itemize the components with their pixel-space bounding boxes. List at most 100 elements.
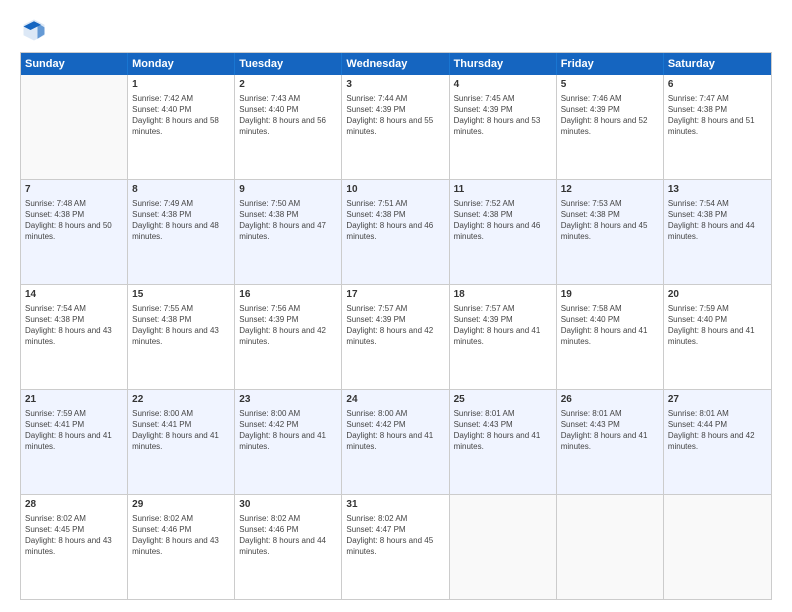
cell-info: Sunrise: 7:59 AMSunset: 4:40 PMDaylight:… bbox=[668, 303, 767, 348]
cell-info: Sunrise: 7:49 AMSunset: 4:38 PMDaylight:… bbox=[132, 198, 230, 243]
calendar-cell: 5Sunrise: 7:46 AMSunset: 4:39 PMDaylight… bbox=[557, 75, 664, 179]
calendar-cell: 28Sunrise: 8:02 AMSunset: 4:45 PMDayligh… bbox=[21, 495, 128, 599]
calendar-cell: 20Sunrise: 7:59 AMSunset: 4:40 PMDayligh… bbox=[664, 285, 771, 389]
day-number: 13 bbox=[668, 183, 767, 197]
calendar-body: 1Sunrise: 7:42 AMSunset: 4:40 PMDaylight… bbox=[21, 75, 771, 599]
calendar-cell bbox=[664, 495, 771, 599]
cell-info: Sunrise: 7:47 AMSunset: 4:38 PMDaylight:… bbox=[668, 93, 767, 138]
header-day-sunday: Sunday bbox=[21, 53, 128, 75]
day-number: 11 bbox=[454, 183, 552, 197]
cell-info: Sunrise: 8:01 AMSunset: 4:43 PMDaylight:… bbox=[561, 408, 659, 453]
cell-info: Sunrise: 8:02 AMSunset: 4:46 PMDaylight:… bbox=[132, 513, 230, 558]
calendar-cell: 7Sunrise: 7:48 AMSunset: 4:38 PMDaylight… bbox=[21, 180, 128, 284]
calendar-cell: 3Sunrise: 7:44 AMSunset: 4:39 PMDaylight… bbox=[342, 75, 449, 179]
calendar-cell: 30Sunrise: 8:02 AMSunset: 4:46 PMDayligh… bbox=[235, 495, 342, 599]
calendar-cell bbox=[21, 75, 128, 179]
calendar-cell: 29Sunrise: 8:02 AMSunset: 4:46 PMDayligh… bbox=[128, 495, 235, 599]
header-day-thursday: Thursday bbox=[450, 53, 557, 75]
day-number: 2 bbox=[239, 78, 337, 92]
logo bbox=[20, 16, 52, 44]
calendar-cell bbox=[557, 495, 664, 599]
calendar-cell: 14Sunrise: 7:54 AMSunset: 4:38 PMDayligh… bbox=[21, 285, 128, 389]
header-day-monday: Monday bbox=[128, 53, 235, 75]
cell-info: Sunrise: 7:59 AMSunset: 4:41 PMDaylight:… bbox=[25, 408, 123, 453]
cell-info: Sunrise: 7:44 AMSunset: 4:39 PMDaylight:… bbox=[346, 93, 444, 138]
day-number: 27 bbox=[668, 393, 767, 407]
day-number: 8 bbox=[132, 183, 230, 197]
calendar-cell: 8Sunrise: 7:49 AMSunset: 4:38 PMDaylight… bbox=[128, 180, 235, 284]
header-day-friday: Friday bbox=[557, 53, 664, 75]
day-number: 14 bbox=[25, 288, 123, 302]
day-number: 9 bbox=[239, 183, 337, 197]
day-number: 15 bbox=[132, 288, 230, 302]
cell-info: Sunrise: 7:48 AMSunset: 4:38 PMDaylight:… bbox=[25, 198, 123, 243]
cell-info: Sunrise: 7:46 AMSunset: 4:39 PMDaylight:… bbox=[561, 93, 659, 138]
day-number: 4 bbox=[454, 78, 552, 92]
calendar-cell: 31Sunrise: 8:02 AMSunset: 4:47 PMDayligh… bbox=[342, 495, 449, 599]
cell-info: Sunrise: 7:53 AMSunset: 4:38 PMDaylight:… bbox=[561, 198, 659, 243]
day-number: 25 bbox=[454, 393, 552, 407]
cell-info: Sunrise: 7:54 AMSunset: 4:38 PMDaylight:… bbox=[668, 198, 767, 243]
calendar-header: SundayMondayTuesdayWednesdayThursdayFrid… bbox=[21, 53, 771, 75]
day-number: 31 bbox=[346, 498, 444, 512]
cell-info: Sunrise: 7:51 AMSunset: 4:38 PMDaylight:… bbox=[346, 198, 444, 243]
cell-info: Sunrise: 7:58 AMSunset: 4:40 PMDaylight:… bbox=[561, 303, 659, 348]
calendar-cell: 17Sunrise: 7:57 AMSunset: 4:39 PMDayligh… bbox=[342, 285, 449, 389]
day-number: 10 bbox=[346, 183, 444, 197]
calendar-cell: 23Sunrise: 8:00 AMSunset: 4:42 PMDayligh… bbox=[235, 390, 342, 494]
header-day-wednesday: Wednesday bbox=[342, 53, 449, 75]
cell-info: Sunrise: 8:02 AMSunset: 4:47 PMDaylight:… bbox=[346, 513, 444, 558]
day-number: 1 bbox=[132, 78, 230, 92]
calendar-row-3: 21Sunrise: 7:59 AMSunset: 4:41 PMDayligh… bbox=[21, 389, 771, 494]
calendar-cell: 2Sunrise: 7:43 AMSunset: 4:40 PMDaylight… bbox=[235, 75, 342, 179]
day-number: 5 bbox=[561, 78, 659, 92]
cell-info: Sunrise: 7:57 AMSunset: 4:39 PMDaylight:… bbox=[346, 303, 444, 348]
cell-info: Sunrise: 8:00 AMSunset: 4:41 PMDaylight:… bbox=[132, 408, 230, 453]
calendar-cell: 26Sunrise: 8:01 AMSunset: 4:43 PMDayligh… bbox=[557, 390, 664, 494]
calendar-cell: 25Sunrise: 8:01 AMSunset: 4:43 PMDayligh… bbox=[450, 390, 557, 494]
day-number: 26 bbox=[561, 393, 659, 407]
cell-info: Sunrise: 8:01 AMSunset: 4:44 PMDaylight:… bbox=[668, 408, 767, 453]
cell-info: Sunrise: 8:00 AMSunset: 4:42 PMDaylight:… bbox=[346, 408, 444, 453]
cell-info: Sunrise: 8:01 AMSunset: 4:43 PMDaylight:… bbox=[454, 408, 552, 453]
day-number: 30 bbox=[239, 498, 337, 512]
cell-info: Sunrise: 7:43 AMSunset: 4:40 PMDaylight:… bbox=[239, 93, 337, 138]
page: SundayMondayTuesdayWednesdayThursdayFrid… bbox=[0, 0, 792, 612]
logo-icon bbox=[20, 16, 48, 44]
day-number: 3 bbox=[346, 78, 444, 92]
day-number: 24 bbox=[346, 393, 444, 407]
day-number: 20 bbox=[668, 288, 767, 302]
day-number: 12 bbox=[561, 183, 659, 197]
calendar-row-4: 28Sunrise: 8:02 AMSunset: 4:45 PMDayligh… bbox=[21, 494, 771, 599]
cell-info: Sunrise: 7:42 AMSunset: 4:40 PMDaylight:… bbox=[132, 93, 230, 138]
calendar-cell: 27Sunrise: 8:01 AMSunset: 4:44 PMDayligh… bbox=[664, 390, 771, 494]
cell-info: Sunrise: 7:56 AMSunset: 4:39 PMDaylight:… bbox=[239, 303, 337, 348]
cell-info: Sunrise: 8:02 AMSunset: 4:45 PMDaylight:… bbox=[25, 513, 123, 558]
day-number: 23 bbox=[239, 393, 337, 407]
cell-info: Sunrise: 7:55 AMSunset: 4:38 PMDaylight:… bbox=[132, 303, 230, 348]
calendar-cell: 18Sunrise: 7:57 AMSunset: 4:39 PMDayligh… bbox=[450, 285, 557, 389]
cell-info: Sunrise: 7:54 AMSunset: 4:38 PMDaylight:… bbox=[25, 303, 123, 348]
header bbox=[20, 16, 772, 44]
day-number: 17 bbox=[346, 288, 444, 302]
day-number: 21 bbox=[25, 393, 123, 407]
calendar-cell: 1Sunrise: 7:42 AMSunset: 4:40 PMDaylight… bbox=[128, 75, 235, 179]
day-number: 16 bbox=[239, 288, 337, 302]
header-day-saturday: Saturday bbox=[664, 53, 771, 75]
calendar-cell: 19Sunrise: 7:58 AMSunset: 4:40 PMDayligh… bbox=[557, 285, 664, 389]
calendar-cell: 6Sunrise: 7:47 AMSunset: 4:38 PMDaylight… bbox=[664, 75, 771, 179]
header-day-tuesday: Tuesday bbox=[235, 53, 342, 75]
day-number: 28 bbox=[25, 498, 123, 512]
calendar-cell: 13Sunrise: 7:54 AMSunset: 4:38 PMDayligh… bbox=[664, 180, 771, 284]
calendar-row-1: 7Sunrise: 7:48 AMSunset: 4:38 PMDaylight… bbox=[21, 179, 771, 284]
calendar-cell: 4Sunrise: 7:45 AMSunset: 4:39 PMDaylight… bbox=[450, 75, 557, 179]
calendar-cell: 16Sunrise: 7:56 AMSunset: 4:39 PMDayligh… bbox=[235, 285, 342, 389]
day-number: 18 bbox=[454, 288, 552, 302]
cell-info: Sunrise: 7:57 AMSunset: 4:39 PMDaylight:… bbox=[454, 303, 552, 348]
calendar-cell bbox=[450, 495, 557, 599]
day-number: 22 bbox=[132, 393, 230, 407]
calendar-row-2: 14Sunrise: 7:54 AMSunset: 4:38 PMDayligh… bbox=[21, 284, 771, 389]
calendar-cell: 11Sunrise: 7:52 AMSunset: 4:38 PMDayligh… bbox=[450, 180, 557, 284]
cell-info: Sunrise: 7:52 AMSunset: 4:38 PMDaylight:… bbox=[454, 198, 552, 243]
cell-info: Sunrise: 8:00 AMSunset: 4:42 PMDaylight:… bbox=[239, 408, 337, 453]
